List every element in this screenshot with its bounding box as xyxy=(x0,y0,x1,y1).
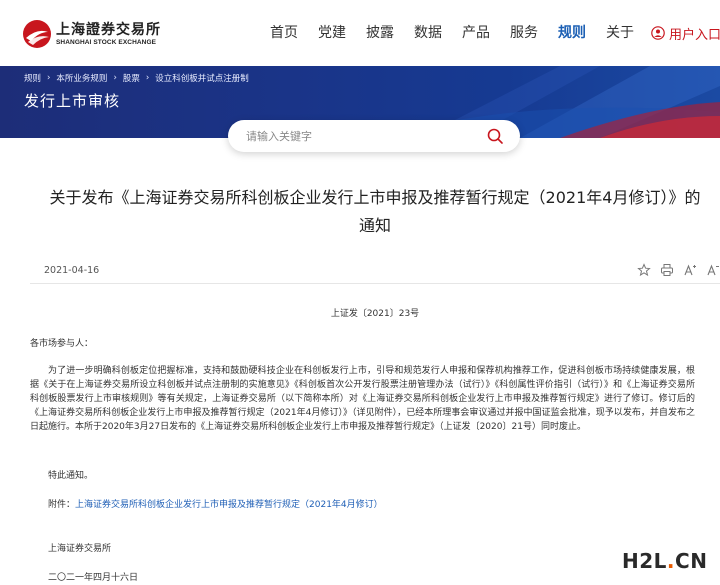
article-title: 关于发布《上海证券交易所科创板企业发行上市申报及推荐暂行规定（2021年4月修订… xyxy=(30,184,720,240)
breadcrumb-rules[interactable]: 规则 xyxy=(24,72,41,84)
page-section-title: 发行上市审核 xyxy=(24,92,121,110)
breadcrumb-star-market[interactable]: 设立科创板并试点注册制 xyxy=(155,72,249,84)
attachment-label: 附件： xyxy=(48,500,76,510)
article-tools xyxy=(628,263,720,277)
watermark-text-part1: H2L xyxy=(622,549,667,573)
user-icon xyxy=(651,26,665,40)
nav-disclosure[interactable]: 披露 xyxy=(366,22,394,44)
user-login-button[interactable]: 用户入口 xyxy=(651,22,720,44)
article-title-line-1: 关于发布《上海证券交易所科创板企业发行上市申报及推荐暂行规定（2021年4月修订… xyxy=(49,188,701,207)
document-number: 上证发〔2021〕23号 xyxy=(330,309,420,319)
nav-products[interactable]: 产品 xyxy=(462,22,490,44)
nav-party[interactable]: 党建 xyxy=(318,22,346,44)
user-login-label: 用户入口 xyxy=(669,27,720,43)
site-header: 上海證券交易所 SHANGHAI STOCK EXCHANGE 首页 党建 披露… xyxy=(0,0,720,66)
attachment-line: 附件：上海证券交易所科创板企业发行上市申报及推荐暂行规定（2021年4月修订） xyxy=(48,497,383,510)
closing-remark: 特此通知。 xyxy=(48,471,94,481)
breadcrumb-stocks[interactable]: 股票 xyxy=(123,72,140,84)
breadcrumb-chevron-icon: › xyxy=(47,73,51,83)
article-title-line-2: 通知 xyxy=(358,216,391,235)
publish-date: 2021-04-16 xyxy=(44,265,100,276)
nav-data[interactable]: 数据 xyxy=(414,22,442,44)
nav-rules[interactable]: 规则 xyxy=(558,22,586,44)
site-watermark: H2L.CN xyxy=(622,549,707,573)
font-decrease-icon[interactable] xyxy=(706,263,720,277)
watermark-text-part2: CN xyxy=(675,549,708,573)
search-box xyxy=(228,120,520,152)
salutation: 各市场参与人： xyxy=(30,339,94,349)
print-icon[interactable] xyxy=(660,263,674,277)
breadcrumb: 规则 › 本所业务规则 › 股票 › 设立科创板并试点注册制 xyxy=(24,72,249,84)
issuing-organization: 上海证券交易所 xyxy=(48,544,112,554)
watermark-dot: . xyxy=(666,549,676,573)
logo-text: 上海證券交易所 SHANGHAI STOCK EXCHANGE xyxy=(56,22,161,47)
logo-chinese-name: 上海證券交易所 xyxy=(56,21,161,38)
sse-logo-icon xyxy=(23,20,51,48)
main-nav: 首页 党建 披露 数据 产品 服务 规则 关于 xyxy=(270,22,654,44)
breadcrumb-chevron-icon: › xyxy=(113,73,117,83)
nav-about[interactable]: 关于 xyxy=(606,22,634,44)
breadcrumb-business-rules[interactable]: 本所业务规则 xyxy=(56,72,107,84)
nav-services[interactable]: 服务 xyxy=(510,22,538,44)
search-icon[interactable] xyxy=(486,127,504,145)
font-increase-icon[interactable] xyxy=(683,263,697,277)
star-icon[interactable] xyxy=(637,263,651,277)
breadcrumb-chevron-icon: › xyxy=(145,73,150,83)
logo-english-name: SHANGHAI STOCK EXCHANGE xyxy=(56,38,157,46)
attachment-link[interactable]: 上海证券交易所科创板企业发行上市申报及推荐暂行规定（2021年4月修订） xyxy=(75,500,383,510)
article-body-paragraph: 为了进一步明确科创板定位把握标准，支持和鼓励硬科技企业在科创板发行上市，引导和规… xyxy=(30,366,695,432)
signing-date: 二〇二一年四月十六日 xyxy=(48,573,139,583)
search-input[interactable] xyxy=(246,126,466,146)
article-meta-bar: 2021-04-16 xyxy=(30,262,720,284)
sse-logo[interactable]: 上海證券交易所 SHANGHAI STOCK EXCHANGE xyxy=(22,18,162,50)
nav-home[interactable]: 首页 xyxy=(270,22,298,44)
